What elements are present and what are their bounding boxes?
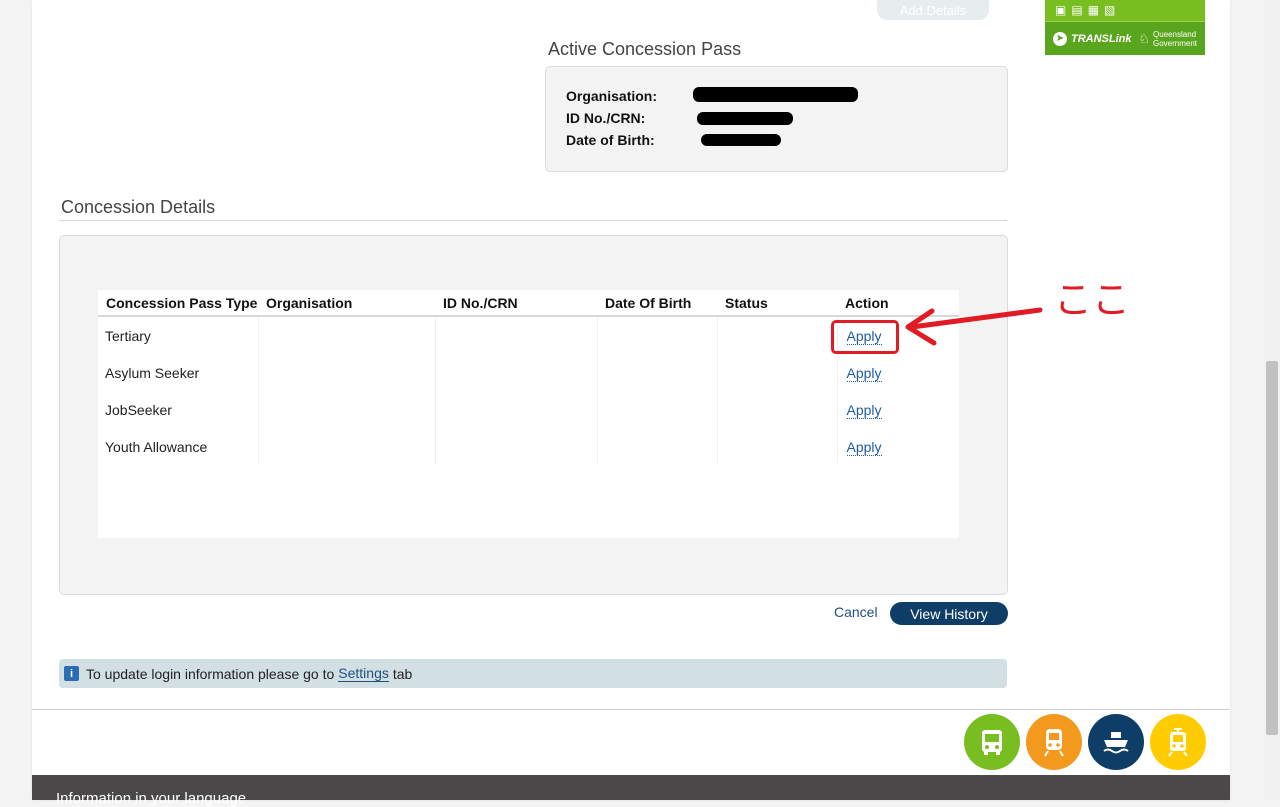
bus-icon: ▣: [1055, 2, 1067, 17]
id-cell: [435, 354, 598, 391]
id-cell: [435, 428, 598, 465]
table-row: Asylum Seeker Apply: [98, 354, 959, 391]
redacted-dob: [701, 134, 781, 146]
tram-icon: ▧: [1104, 2, 1116, 17]
info-text-suffix: tab: [392, 665, 413, 682]
language-info-link[interactable]: Information in your language: [56, 790, 246, 807]
apply-youth-allowance-link[interactable]: Apply: [846, 438, 882, 456]
queensland-government-logo: ♘ Queensland Government: [1138, 29, 1197, 48]
settings-link[interactable]: Settings: [338, 665, 389, 682]
action-cell: Apply: [837, 428, 959, 465]
divider: [59, 220, 1007, 221]
train-icon: ▤: [1071, 2, 1083, 17]
status-cell: [717, 316, 838, 354]
column-header: ID No./CRN: [435, 290, 597, 317]
organisation-cell: [258, 391, 436, 428]
organisation-cell: [258, 354, 436, 391]
bus-icon[interactable]: [964, 714, 1020, 770]
column-header: Organisation: [258, 290, 435, 317]
status-cell: [717, 428, 838, 465]
table-header: Concession Pass Type Organisation ID No.…: [98, 290, 959, 317]
active-pass-title: Active Concession Pass: [548, 39, 742, 59]
ferry-icon: ▦: [1087, 2, 1100, 17]
pass-type-cell: Youth Allowance: [98, 428, 259, 465]
concession-details-title: Concession Details: [61, 197, 216, 217]
tram-icon[interactable]: [1150, 714, 1206, 770]
status-cell: [717, 391, 838, 428]
column-header: Concession Pass Type: [98, 290, 258, 317]
pass-type-cell: Tertiary: [98, 316, 259, 354]
id-cell: [435, 316, 598, 354]
organisation-label: Organisation:: [566, 88, 658, 104]
active-pass-panel: Organisation: ID No./CRN: Date of Birth:: [545, 66, 1008, 172]
footer: Information in your language: [32, 775, 1230, 807]
organisation-cell: [258, 316, 436, 354]
annotation-text: ここ: [1054, 278, 1130, 322]
action-cell: Apply: [837, 391, 959, 428]
crest-icon: ♘: [1138, 31, 1150, 46]
scrollbar-thumb[interactable]: [1266, 361, 1278, 735]
table-row: Tertiary Apply: [98, 316, 959, 354]
translink-wordmark: ➤ TRANSLink: [1053, 31, 1132, 46]
redacted-organisation: [693, 87, 858, 102]
info-notice: i To update login information please go …: [59, 659, 1007, 688]
column-header: Status: [717, 290, 837, 317]
organisation-cell: [258, 428, 436, 465]
apply-jobseeker-link[interactable]: Apply: [846, 401, 882, 419]
status-cell: [717, 354, 838, 391]
id-cell: [435, 391, 598, 428]
transport-mode-icons: [964, 714, 1206, 770]
annotation-highlight-box: [831, 320, 899, 354]
dob-label: Date of Birth:: [566, 132, 655, 148]
info-text: To update login information please go to: [86, 665, 335, 682]
translink-logo[interactable]: ▣ ▤ ▦ ▧ ➤ TRANSLink ♘ Queensland Governme…: [1045, 0, 1205, 55]
footer-divider: [32, 709, 1230, 710]
action-cell: Apply: [837, 354, 959, 391]
transport-mode-strip: ▣ ▤ ▦ ▧: [1045, 0, 1205, 19]
table-row: JobSeeker Apply: [98, 391, 959, 428]
apply-asylum-seeker-link[interactable]: Apply: [846, 364, 882, 382]
translink-swirl-icon: ➤: [1053, 31, 1067, 46]
ferry-icon[interactable]: [1088, 714, 1144, 770]
concession-table: Concession Pass Type Organisation ID No.…: [98, 290, 959, 538]
dob-cell: [597, 428, 718, 465]
dob-cell: [597, 316, 718, 354]
dob-cell: [597, 391, 718, 428]
table-row: Youth Allowance Apply: [98, 428, 959, 465]
pass-type-cell: JobSeeker: [98, 391, 259, 428]
info-icon: i: [64, 666, 79, 681]
view-history-button[interactable]: View History: [890, 602, 1008, 625]
add-details-button[interactable]: Add Details: [877, 0, 989, 20]
train-icon[interactable]: [1026, 714, 1082, 770]
brand-bar: ➤ TRANSLink ♘ Queensland Government: [1045, 21, 1205, 55]
id-label: ID No./CRN:: [566, 110, 646, 126]
pass-type-cell: Asylum Seeker: [98, 354, 259, 391]
cancel-link[interactable]: Cancel: [834, 604, 878, 620]
annotation-arrow: ここ: [905, 278, 1130, 346]
redacted-id: [697, 112, 793, 125]
column-header: Date Of Birth: [597, 290, 717, 317]
dob-cell: [597, 354, 718, 391]
